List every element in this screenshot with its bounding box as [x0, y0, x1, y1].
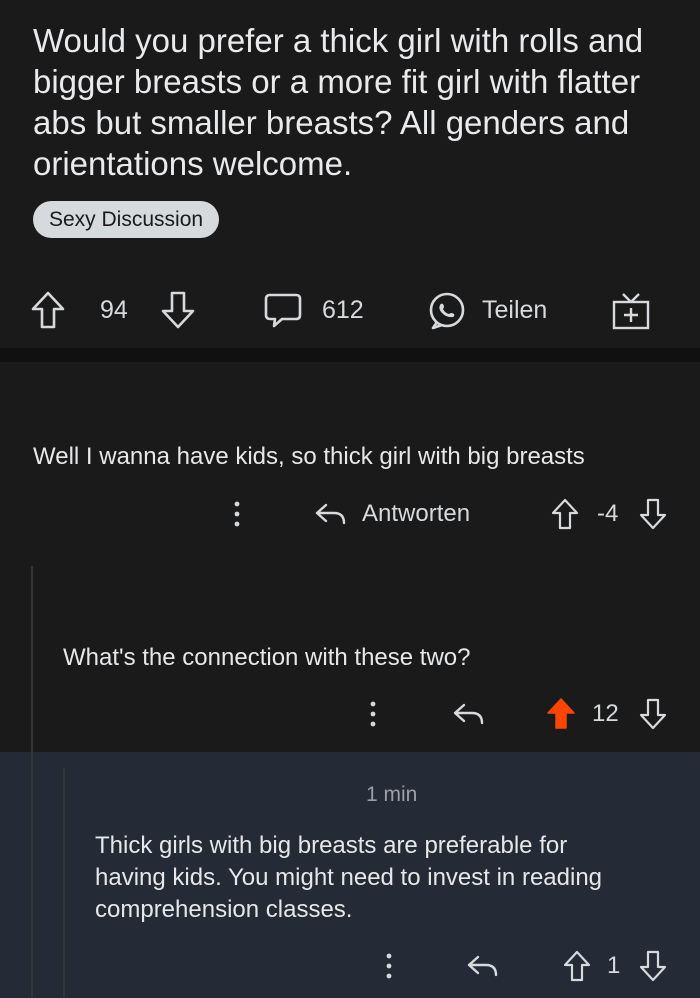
post-comments-button[interactable]: 612: [262, 285, 364, 335]
comment-2-reply-button[interactable]: [452, 694, 486, 734]
more-icon: [378, 949, 400, 983]
comment-2-actions: 12: [0, 694, 700, 734]
comment-3-reply-button[interactable]: [466, 946, 500, 986]
comment-2-upvote-button[interactable]: [545, 694, 577, 734]
comment-1-reply-button[interactable]: Antworten: [314, 494, 470, 534]
post-share-button[interactable]: Teilen: [424, 285, 547, 335]
more-icon: [226, 497, 248, 531]
downvote-icon: [638, 697, 668, 731]
section-divider: [0, 348, 700, 362]
post-upvote-button[interactable]: [30, 285, 66, 335]
thread-line-level-1[interactable]: [31, 566, 33, 998]
post-card: Would you prefer a thick girl with rolls…: [0, 0, 700, 348]
post-flair[interactable]: Sexy Discussion: [33, 201, 220, 238]
comment-3-body: Thick girls with big breasts are prefera…: [95, 830, 685, 926]
comment-3-line-1: Thick girls with big breasts are prefera…: [95, 832, 568, 859]
comment-1-upvote-button[interactable]: [550, 494, 580, 534]
post-vote-count: 94: [100, 295, 128, 324]
comment-1-actions: Antworten -4: [0, 494, 700, 534]
upvote-icon: [562, 949, 592, 983]
downvote-icon: [638, 497, 668, 531]
upvote-active-icon: [545, 697, 577, 731]
comment-3-line-3: comprehension classes.: [95, 896, 353, 923]
more-icon: [362, 697, 384, 731]
post-share-label: Teilen: [482, 295, 548, 324]
comment-1-body: Well I wanna have kids, so thick girl wi…: [33, 443, 585, 470]
comment-3-score: 1: [607, 952, 621, 979]
downvote-icon: [638, 949, 668, 983]
comment-3-more-button[interactable]: [378, 946, 400, 986]
post-action-bar: 94 612 Teilen: [0, 285, 700, 335]
upvote-icon: [30, 290, 66, 330]
comment-3-line-2: having kids. You might need to invest in…: [95, 864, 603, 891]
post-comment-count: 612: [322, 295, 364, 324]
share-icon: [424, 290, 468, 330]
post-downvote-button[interactable]: [160, 285, 196, 335]
award-icon: [610, 290, 652, 330]
comment-1-score: -4: [597, 500, 619, 527]
downvote-icon: [160, 290, 196, 330]
upvote-icon: [550, 497, 580, 531]
reply-icon: [314, 499, 348, 529]
comment-2-downvote-button[interactable]: [638, 694, 668, 734]
comment-3-actions: 1: [0, 946, 700, 986]
reply-icon: [466, 951, 500, 981]
comment-1-downvote-button[interactable]: [638, 494, 668, 534]
comment-1-reply-label: Antworten: [362, 500, 471, 527]
comment-3-downvote-button[interactable]: [638, 946, 668, 986]
comment-icon: [262, 290, 304, 330]
post-title[interactable]: Would you prefer a thick girl with rolls…: [33, 20, 673, 184]
reply-icon: [452, 699, 486, 729]
comment-2-more-button[interactable]: [362, 694, 384, 734]
comment-3-timestamp: 1 min: [366, 783, 418, 806]
comment-2-body: What's the connection with these two?: [63, 644, 471, 671]
comment-1-more-button[interactable]: [226, 494, 248, 534]
post-award-button[interactable]: [610, 285, 652, 335]
comment-3-upvote-button[interactable]: [562, 946, 592, 986]
comment-2-score: 12: [592, 700, 619, 727]
